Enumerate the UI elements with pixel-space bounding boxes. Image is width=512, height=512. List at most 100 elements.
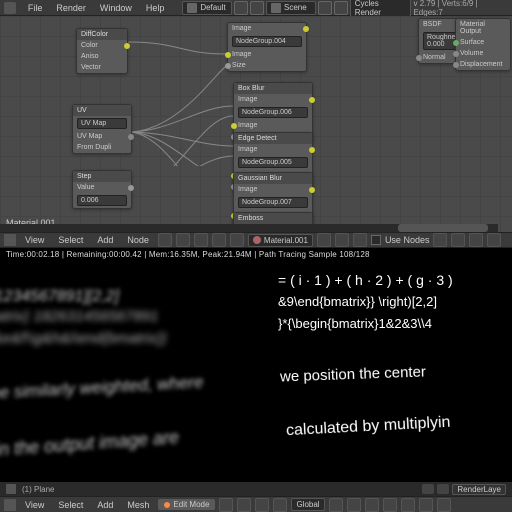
menu-view[interactable]: View [20, 500, 49, 510]
pivot-icon[interactable] [237, 498, 251, 512]
group-field[interactable]: NodeGroup.007 [238, 197, 308, 208]
engine-label: Cycles Render [355, 0, 407, 17]
socket-in[interactable] [225, 63, 231, 69]
viewport-header: View Select Add Mesh Edit Mode Global [0, 496, 512, 512]
menu-select[interactable]: Select [53, 235, 88, 245]
socket-in[interactable] [225, 52, 231, 58]
menu-help[interactable]: Help [140, 3, 171, 13]
layout-del-button[interactable] [250, 1, 264, 15]
manipulator-icon[interactable] [255, 498, 269, 512]
socket-in[interactable] [231, 123, 237, 129]
menu-select[interactable]: Select [53, 500, 88, 510]
socket-out[interactable] [309, 147, 315, 153]
node-image[interactable]: Image NodeGroup.004 Image Size [227, 22, 307, 72]
socket-in[interactable] [416, 55, 422, 61]
menu-view[interactable]: View [20, 235, 49, 245]
node-row-label: Image [232, 25, 251, 32]
node-header: Edge Detect [234, 133, 312, 144]
node-header: Box Blur [234, 83, 312, 94]
info-icon[interactable] [4, 2, 16, 14]
socket-out[interactable] [309, 187, 315, 193]
menu-file[interactable]: File [22, 3, 49, 13]
node-row-label: Vector [81, 64, 101, 71]
node-editor-header: View Select Add Node Material.001 Use No… [0, 232, 512, 248]
node-row-label: Image [238, 186, 257, 193]
viewport-shading-icon[interactable] [219, 498, 233, 512]
slot-button[interactable] [437, 484, 449, 494]
scene-dropdown[interactable]: Scene [266, 1, 316, 15]
mode-dropdown[interactable]: Edit Mode [158, 499, 215, 510]
node-uv[interactable]: UV UV Map UV Map From Dupli [72, 104, 132, 154]
socket-out[interactable] [124, 43, 130, 49]
menu-add[interactable]: Add [92, 235, 118, 245]
face-select-icon[interactable] [419, 498, 433, 512]
node-header: UV [73, 105, 131, 116]
group-field[interactable]: NodeGroup.006 [238, 107, 308, 118]
world-icon[interactable] [230, 233, 244, 247]
vertex-select-icon[interactable] [383, 498, 397, 512]
texture-type-icon[interactable] [194, 233, 208, 247]
node-diff-color[interactable]: DiffColor Color Aniso Vector [76, 28, 128, 74]
use-nodes-checkbox[interactable] [371, 235, 381, 245]
menu-node[interactable]: Node [122, 235, 154, 245]
socket-in[interactable] [453, 62, 459, 68]
node-row-label: Image [232, 51, 251, 58]
scene-add-button[interactable] [318, 1, 332, 15]
snap-icon[interactable] [329, 498, 343, 512]
uv-field[interactable]: UV Map [77, 118, 127, 129]
group-field[interactable]: NodeGroup.005 [238, 157, 308, 168]
socket-out[interactable] [128, 185, 134, 191]
socket-out[interactable] [303, 26, 309, 32]
del-material-button[interactable] [353, 233, 367, 247]
node-editor[interactable]: DiffColor Color Aniso Vector UV UV Map U… [0, 16, 512, 232]
group-field[interactable]: NodeGroup.004 [232, 36, 302, 47]
occlude-icon[interactable] [437, 498, 451, 512]
snap-target-icon[interactable] [347, 498, 361, 512]
edge-select-icon[interactable] [401, 498, 415, 512]
material-dropdown[interactable]: Material.001 [248, 234, 313, 247]
orientation-dropdown[interactable]: Global [291, 498, 324, 511]
new-material-button[interactable] [335, 233, 349, 247]
render-line-blur: {bmatrix} 182631456567891 [0, 308, 159, 325]
node-scroll-h[interactable] [0, 224, 498, 232]
menu-mesh[interactable]: Mesh [122, 500, 154, 510]
image-editor-icon[interactable] [6, 484, 16, 494]
material-dd-label: Material.001 [264, 236, 308, 245]
snap-icon[interactable] [451, 233, 465, 247]
render-content: = ( i · 1 ) + ( h · 2 ) + ( g · 3 ) &9\e… [0, 248, 512, 488]
paste-icon[interactable] [487, 233, 501, 247]
slot-button[interactable] [422, 484, 434, 494]
socket-in[interactable] [453, 40, 459, 46]
layout-add-button[interactable] [234, 1, 248, 15]
node-material-output[interactable]: Material Output Surface Volume Displacem… [455, 18, 511, 71]
fake-user-button[interactable] [317, 233, 331, 247]
layer-icon[interactable] [273, 498, 287, 512]
node-row-label: Volume [460, 50, 483, 57]
object-icon[interactable] [212, 233, 226, 247]
menu-add[interactable]: Add [92, 500, 118, 510]
scroll-thumb[interactable] [398, 224, 488, 232]
copy-icon[interactable] [469, 233, 483, 247]
socket-out[interactable] [309, 97, 315, 103]
socket-out[interactable] [128, 134, 134, 140]
render-view[interactable]: Time:00:02.18 | Remaining:00:00.42 | Mem… [0, 248, 512, 488]
editor-type-icon[interactable] [4, 499, 16, 511]
render-layer-dropdown[interactable]: RenderLaye [452, 484, 506, 495]
node-row-label: BSDF [423, 21, 442, 28]
menu-render[interactable]: Render [50, 3, 92, 13]
compositor-type-icon[interactable] [176, 233, 190, 247]
scene-del-button[interactable] [334, 1, 348, 15]
editor-type-icon[interactable] [4, 234, 16, 246]
render-line-blur: be similarly weighted, where [0, 372, 204, 403]
render-line: we position the center [280, 363, 426, 385]
proportional-edit-icon[interactable] [365, 498, 379, 512]
layout-dropdown[interactable]: Default [182, 1, 232, 15]
menu-window[interactable]: Window [94, 3, 138, 13]
pin-icon[interactable] [433, 233, 447, 247]
node-step[interactable]: Step Value 0.006 [72, 170, 132, 209]
render-line-blur: [1234567891][2,2] [0, 288, 119, 306]
value-slider[interactable]: 0.006 [77, 195, 127, 206]
shader-type-icon[interactable] [158, 233, 172, 247]
socket-in[interactable] [453, 51, 459, 57]
node-header: Gaussian Blur [234, 173, 312, 184]
